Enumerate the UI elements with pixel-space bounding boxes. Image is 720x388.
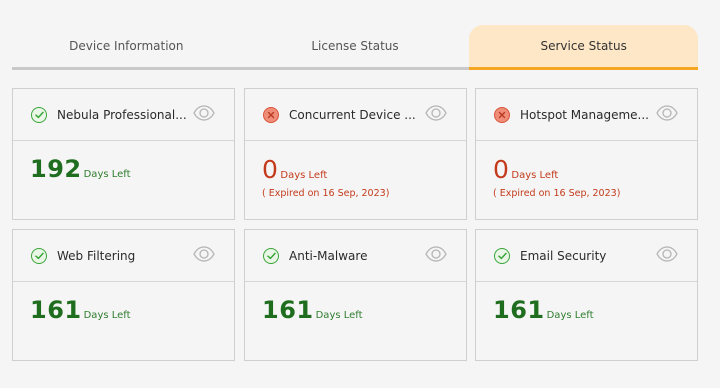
x-circle-icon — [494, 106, 510, 123]
days-left-value: 161 — [30, 296, 82, 324]
check-circle-icon — [31, 247, 47, 264]
days-left-label: Days Left — [511, 170, 559, 181]
service-card-web-filtering: Web Filtering 161 Days Left — [12, 229, 235, 361]
days-left-value: 0 — [493, 155, 510, 184]
check-circle-icon — [31, 106, 47, 123]
days-left-value: 161 — [262, 296, 314, 324]
days-left-value: 192 — [30, 155, 82, 183]
tab-device-information[interactable]: Device Information — [12, 25, 241, 70]
check-circle-icon — [263, 247, 279, 264]
service-name: Web Filtering — [57, 248, 136, 263]
days-left-label: Days Left — [280, 170, 328, 181]
eye-icon[interactable] — [425, 105, 447, 121]
days-left-label: Days Left — [83, 310, 131, 321]
card-header: Hotspot Manageme... — [476, 89, 697, 141]
check-circle-icon — [494, 247, 510, 264]
eye-icon[interactable] — [656, 246, 678, 262]
service-card-email-security: Email Security 161 Days Left — [475, 229, 698, 361]
eye-icon[interactable] — [425, 246, 447, 262]
card-header: Email Security — [476, 230, 697, 282]
eye-icon[interactable] — [656, 105, 678, 121]
service-card-nebula-professional: Nebula Professional... 192 Days Left — [12, 88, 235, 220]
service-card-hotspot-management: Hotspot Manageme... 0 Days Left ( Expire… — [475, 88, 698, 220]
eye-icon[interactable] — [193, 246, 215, 262]
service-card-concurrent-device: Concurrent Device ... 0 Days Left ( Expi… — [244, 88, 467, 220]
tab-bar: Device Information License Status Servic… — [12, 25, 699, 70]
service-name: Nebula Professional... — [57, 107, 187, 122]
service-name: Hotspot Manageme... — [520, 107, 649, 122]
service-name: Email Security — [520, 248, 607, 263]
card-header: Web Filtering — [13, 230, 234, 282]
service-name: Concurrent Device ... — [289, 107, 416, 122]
tab-license-status[interactable]: License Status — [240, 25, 470, 70]
days-left-value: 161 — [493, 296, 545, 324]
eye-icon[interactable] — [193, 105, 215, 121]
card-header: Nebula Professional... — [13, 89, 234, 141]
tab-service-status[interactable]: Service Status — [469, 25, 699, 70]
days-left-label: Days Left — [315, 310, 363, 321]
x-circle-icon — [263, 106, 279, 123]
days-left-label: Days Left — [83, 169, 131, 180]
days-left-label: Days Left — [546, 310, 594, 321]
service-name: Anti-Malware — [289, 248, 368, 263]
days-left-value: 0 — [262, 155, 279, 184]
card-header: Anti-Malware — [245, 230, 466, 282]
card-header: Concurrent Device ... — [245, 89, 466, 141]
service-card-anti-malware: Anti-Malware 161 Days Left — [244, 229, 467, 361]
expired-note: ( Expired on 16 Sep, 2023) — [262, 188, 390, 199]
expired-note: ( Expired on 16 Sep, 2023) — [493, 188, 621, 199]
